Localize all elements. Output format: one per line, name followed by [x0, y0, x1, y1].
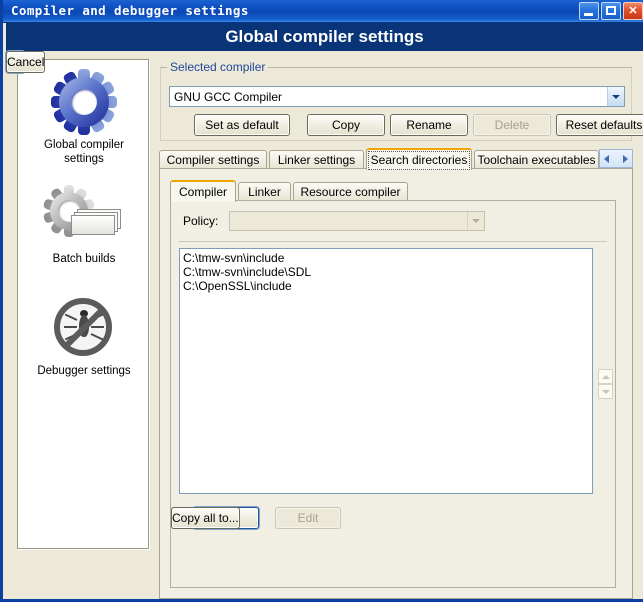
spin-up-icon[interactable]: [598, 369, 613, 384]
selected-compiler-groupbox: Selected compiler GNU GCC Compiler Set a…: [160, 67, 632, 141]
set-as-default-button[interactable]: Set as default: [194, 114, 290, 136]
blue-gear-icon: [18, 66, 150, 138]
reset-defaults-button[interactable]: Reset defaults: [556, 114, 643, 136]
list-item[interactable]: C:\tmw-svn\include\SDL: [183, 265, 589, 279]
tab-toolchain-executables[interactable]: Toolchain executables: [474, 150, 599, 169]
compiler-select-value: GNU GCC Compiler: [170, 90, 607, 104]
tab-compiler-settings[interactable]: Compiler settings: [159, 150, 267, 169]
delete-compiler-button: Delete: [473, 114, 551, 136]
tab-linker[interactable]: Linker: [238, 182, 291, 201]
compiler-settings-dialog: Compiler and debugger settings ✕ Global …: [0, 0, 643, 602]
window-controls: ✕: [579, 2, 643, 20]
compiler-settings-notebook: Compiler settings Linker settings Search…: [159, 148, 633, 599]
search-directories-tab-panel: Compiler Linker Resource compiler Policy…: [159, 168, 633, 599]
tab-compiler[interactable]: Compiler: [170, 180, 236, 202]
chevron-down-icon[interactable]: [607, 87, 624, 106]
maximize-button[interactable]: [601, 2, 621, 20]
tab-search-directories[interactable]: Search directories: [366, 148, 472, 170]
policy-select: [229, 211, 485, 231]
chevron-down-icon: [467, 212, 484, 230]
minimize-icon: [584, 13, 593, 16]
close-button[interactable]: ✕: [623, 2, 643, 20]
sidebar-item-label: Debugger settings: [18, 364, 150, 378]
page-title: Global compiler settings: [225, 27, 423, 47]
dialog-body: Global compiler settings: [6, 51, 643, 599]
tab-search-directories-label: Search directories: [371, 153, 468, 167]
copy-compiler-button[interactable]: Copy: [307, 114, 385, 136]
sidebar-item-global-compiler-settings[interactable]: Global compiler settings: [18, 66, 150, 166]
minimize-button[interactable]: [579, 2, 599, 20]
selected-compiler-label: Selected compiler: [167, 60, 268, 74]
sidebar-item-label: Global compiler settings: [18, 138, 150, 166]
list-item[interactable]: C:\tmw-svn\include: [183, 251, 589, 265]
tab-scroll-left-icon[interactable]: [600, 150, 616, 167]
edit-directory-button: Edit: [275, 507, 341, 529]
outer-tabstrip: Compiler settings Linker settings Search…: [159, 148, 633, 169]
settings-category-sidebar: Global compiler settings: [17, 59, 149, 549]
sidebar-label-line2: settings: [64, 153, 104, 165]
tab-linker-settings[interactable]: Linker settings: [269, 150, 364, 169]
tab-resource-compiler[interactable]: Resource compiler: [293, 182, 408, 201]
bug-disabled-icon: [18, 292, 150, 364]
sidebar-item-label: Batch builds: [18, 252, 150, 266]
search-directories-notebook: Compiler Linker Resource compiler Policy…: [170, 180, 616, 588]
window-titlebar: Compiler and debugger settings ✕: [3, 0, 643, 23]
close-icon: ✕: [624, 3, 642, 19]
tab-scroll-right-icon[interactable]: [616, 150, 632, 167]
copy-all-to-button[interactable]: Copy all to...: [171, 507, 240, 529]
window-title: Compiler and debugger settings: [11, 3, 249, 18]
policy-label: Policy:: [183, 214, 218, 228]
search-directories-list[interactable]: C:\tmw-svn\include C:\tmw-svn\include\SD…: [179, 248, 593, 494]
sidebar-item-debugger-settings[interactable]: Debugger settings: [18, 292, 150, 378]
sidebar-label-line1: Global compiler: [44, 139, 124, 151]
dialog-header: Global compiler settings: [6, 23, 643, 51]
reorder-spin-buttons[interactable]: [598, 369, 613, 399]
compiler-directories-panel: Policy: C:\tmw-svn\include C:\tmw-svn\in…: [170, 200, 616, 588]
sidebar-item-batch-builds[interactable]: Batch builds: [18, 180, 150, 266]
cancel-button[interactable]: Cancel: [6, 51, 45, 73]
tab-scroll-buttons[interactable]: [599, 149, 633, 168]
divider: [179, 241, 607, 242]
maximize-icon: [606, 6, 616, 15]
compiler-select[interactable]: GNU GCC Compiler: [169, 86, 625, 107]
gear-with-pages-icon: [18, 180, 150, 252]
directory-actions: Add Edit Delete Clear Copy all to...: [171, 507, 617, 533]
list-item[interactable]: C:\OpenSSL\include: [183, 279, 589, 293]
spin-down-icon[interactable]: [598, 384, 613, 399]
rename-compiler-button[interactable]: Rename: [390, 114, 468, 136]
